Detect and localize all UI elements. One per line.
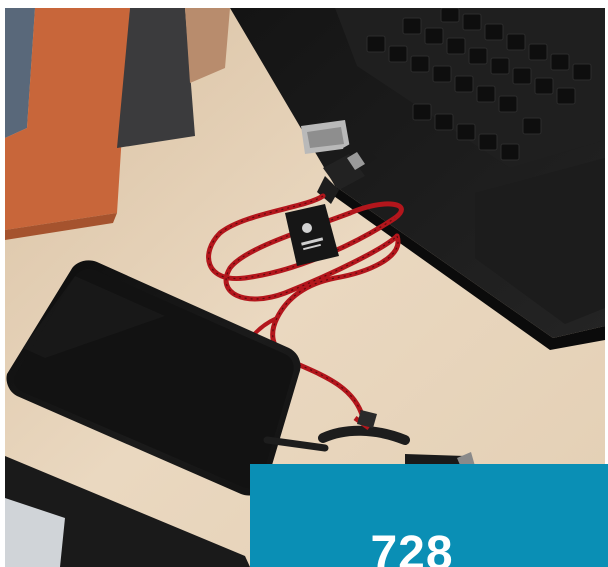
page: 728 xyxy=(0,0,608,567)
stat-value: 728 xyxy=(370,527,454,567)
stat-card: 728 xyxy=(250,464,608,567)
